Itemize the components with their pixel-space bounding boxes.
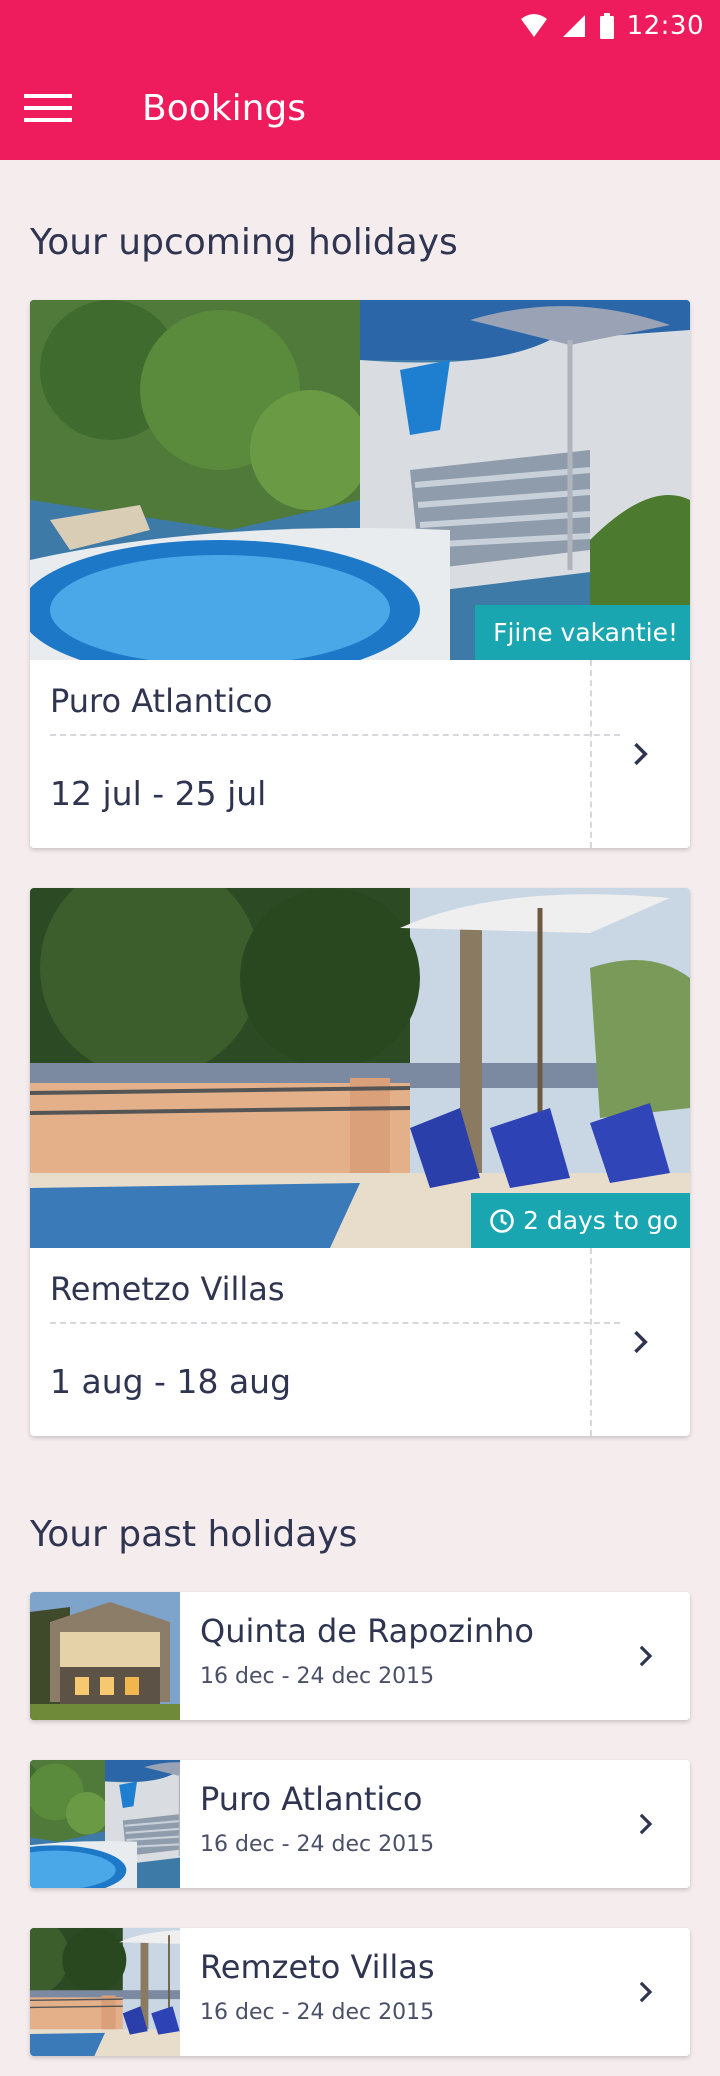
toolbar: Bookings — [0, 72, 720, 144]
upcoming-heading: Your upcoming holidays — [30, 222, 458, 263]
status-badge: 2 days to go — [470, 1193, 690, 1248]
booking-dates: 1 aug - 18 aug — [50, 1362, 292, 1401]
status-badge: Fjine vakantie! — [475, 605, 690, 660]
chevron-right-icon — [634, 1641, 658, 1671]
chevron-right-icon — [628, 1327, 654, 1357]
divider — [50, 734, 620, 736]
open-booking-button[interactable] — [616, 1592, 676, 1720]
open-booking-button[interactable] — [616, 1760, 676, 1888]
upcoming-card[interactable]: 2 days to go Remetzo Villas 1 aug - 18 a… — [30, 888, 690, 1436]
page-title: Bookings — [142, 87, 307, 129]
status-time: 12:30 — [626, 11, 704, 41]
badge-label: 2 days to go — [522, 1206, 678, 1235]
hotel-name: Remzeto Villas — [200, 1948, 435, 1986]
signal-icon — [562, 15, 585, 37]
hotel-thumbnail — [30, 1760, 180, 1888]
divider — [50, 1322, 620, 1324]
chevron-right-icon — [634, 1809, 658, 1839]
wifi-icon — [520, 14, 547, 37]
past-booking-row[interactable]: Puro Atlantico 16 dec - 24 dec 2015 — [30, 1760, 690, 1888]
past-heading: Your past holidays — [30, 1514, 358, 1555]
hotel-name: Remetzo Villas — [50, 1270, 285, 1308]
hamburger-menu-icon — [24, 94, 72, 122]
clock-icon — [490, 1208, 514, 1233]
past-booking-row[interactable]: Quinta de Rapozinho 16 dec - 24 dec 2015 — [30, 1592, 690, 1720]
card-body: Remetzo Villas 1 aug - 18 aug — [30, 1248, 690, 1436]
chevron-right-icon — [628, 739, 654, 769]
status-bar: 12:30 — [519, 8, 704, 44]
hotel-thumbnail — [30, 1928, 180, 2056]
booking-dates: 16 dec - 24 dec 2015 — [200, 1664, 435, 1689]
booking-dates: 12 jul - 25 jul — [50, 774, 267, 813]
open-booking-button[interactable] — [592, 1248, 690, 1436]
booking-dates: 16 dec - 24 dec 2015 — [200, 1832, 435, 1857]
upcoming-card[interactable]: Fjine vakantie! Puro Atlantico 12 jul - … — [30, 300, 690, 848]
open-booking-button[interactable] — [592, 660, 690, 848]
chevron-right-icon — [634, 1977, 658, 2007]
hotel-name: Puro Atlantico — [200, 1780, 423, 1818]
app-bar: 12:30 Bookings — [0, 0, 720, 160]
past-booking-row[interactable]: Remzeto Villas 16 dec - 24 dec 2015 — [30, 1928, 690, 2056]
open-booking-button[interactable] — [616, 1928, 676, 2056]
card-body: Puro Atlantico 12 jul - 25 jul — [30, 660, 690, 848]
menu-button[interactable] — [24, 72, 104, 144]
hotel-name: Quinta de Rapozinho — [200, 1612, 534, 1650]
hotel-name: Puro Atlantico — [50, 682, 273, 720]
battery-icon — [599, 13, 614, 39]
badge-label: Fjine vakantie! — [493, 618, 678, 647]
hotel-thumbnail — [30, 1592, 180, 1720]
booking-dates: 16 dec - 24 dec 2015 — [200, 2000, 435, 2025]
